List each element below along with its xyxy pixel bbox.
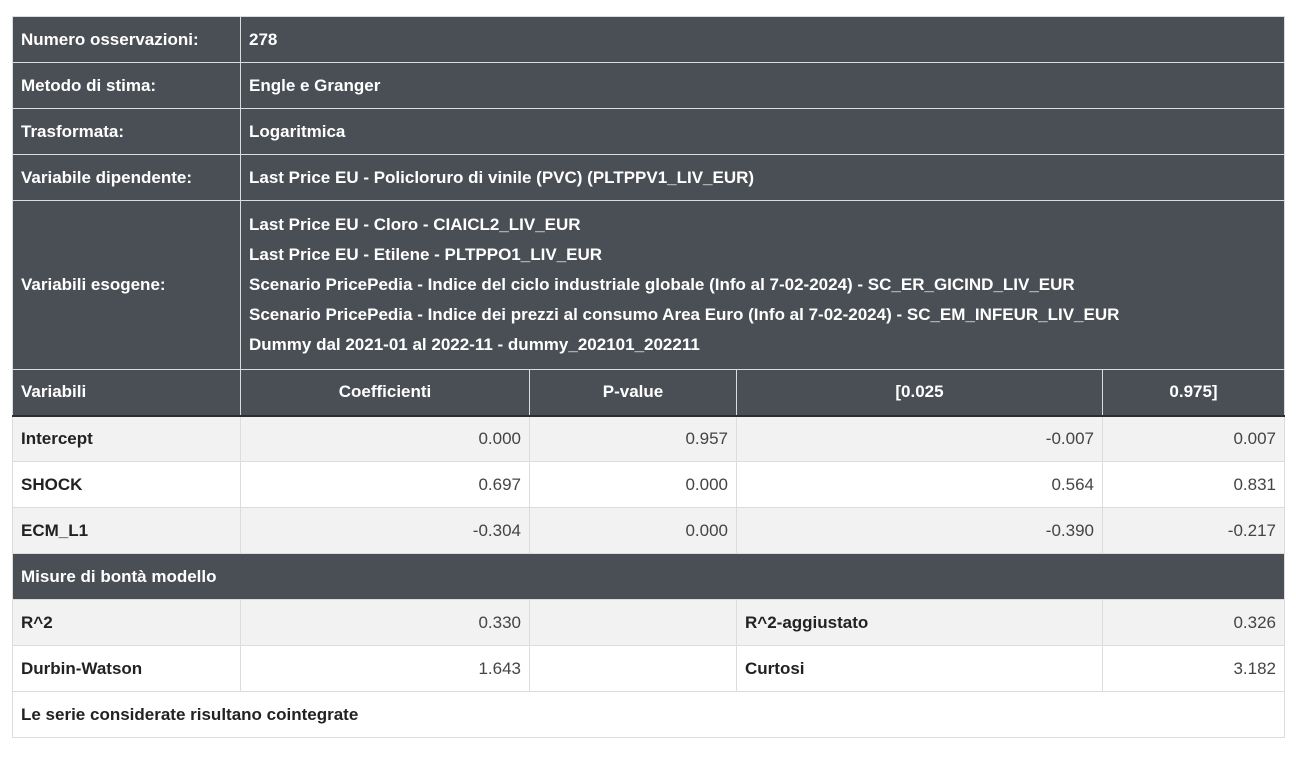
method-label: Metodo di stima: <box>12 62 241 109</box>
metric-label: R^2 <box>12 599 241 646</box>
ci-low-value: 0.564 <box>736 461 1103 508</box>
metric-value: 0.326 <box>1102 599 1285 646</box>
variable-name: ECM_L1 <box>12 507 241 554</box>
dependent-value: Last Price EU - Policloruro di vinile (P… <box>240 154 1285 201</box>
variable-name: Intercept <box>12 415 241 462</box>
exogenous-item: Last Price EU - Etilene - PLTPPO1_LIV_EU… <box>249 245 603 264</box>
exogenous-item: Scenario PricePedia - Indice dei prezzi … <box>249 305 1120 324</box>
observations-label: Numero osservazioni: <box>12 16 241 63</box>
pvalue-value: 0.000 <box>529 461 737 508</box>
conclusion-text: Le serie considerate risultano cointegra… <box>12 691 1285 738</box>
exogenous-label: Variabili esogene: <box>12 200 241 370</box>
dependent-variable-row: Variabile dipendente: Last Price EU - Po… <box>12 154 1285 201</box>
transform-label: Trasformata: <box>12 108 241 155</box>
observations-row: Numero osservazioni: 278 <box>12 16 1285 63</box>
empty-cell <box>529 645 737 692</box>
col-header-variabili: Variabili <box>12 369 241 417</box>
pvalue-value: 0.000 <box>529 507 737 554</box>
variable-name: SHOCK <box>12 461 241 508</box>
method-value: Engle e Granger <box>240 62 1285 109</box>
regression-report-table: Numero osservazioni: 278 Metodo di stima… <box>12 16 1285 738</box>
exogenous-item: Last Price EU - Cloro - CIAICL2_LIV_EUR <box>249 215 581 234</box>
exogenous-item: Dummy dal 2021-01 al 2022-11 - dummy_202… <box>249 335 700 354</box>
table-row: R^2 0.330 R^2-aggiustato 0.326 <box>12 599 1285 646</box>
col-header-pvalue: P-value <box>529 369 737 417</box>
metric-label: Curtosi <box>736 645 1103 692</box>
metric-label: Durbin-Watson <box>12 645 241 692</box>
method-row: Metodo di stima: Engle e Granger <box>12 62 1285 109</box>
conclusion-row: Le serie considerate risultano cointegra… <box>12 691 1285 738</box>
col-header-ci-low: [0.025 <box>736 369 1103 417</box>
transform-row: Trasformata: Logaritmica <box>12 108 1285 155</box>
table-row: SHOCK 0.697 0.000 0.564 0.831 <box>12 461 1285 508</box>
col-header-coefficienti: Coefficienti <box>240 369 530 417</box>
metric-label: R^2-aggiustato <box>736 599 1103 646</box>
dependent-label: Variabile dipendente: <box>12 154 241 201</box>
table-row: Intercept 0.000 0.957 -0.007 0.007 <box>12 415 1285 462</box>
transform-value: Logaritmica <box>240 108 1285 155</box>
metric-value: 1.643 <box>240 645 530 692</box>
coefficient-value: 0.000 <box>240 415 530 462</box>
coefficients-header-row: Variabili Coefficienti P-value [0.025 0.… <box>12 369 1285 417</box>
ci-low-value: -0.390 <box>736 507 1103 554</box>
coefficient-value: -0.304 <box>240 507 530 554</box>
metric-value: 3.182 <box>1102 645 1285 692</box>
col-header-ci-high: 0.975] <box>1102 369 1285 417</box>
goodness-header-row: Misure di bontà modello <box>12 553 1285 600</box>
metric-value: 0.330 <box>240 599 530 646</box>
ci-high-value: 0.007 <box>1102 415 1285 462</box>
exogenous-list: Last Price EU - Cloro - CIAICL2_LIV_EUR … <box>240 200 1285 370</box>
coefficient-value: 0.697 <box>240 461 530 508</box>
ci-high-value: -0.217 <box>1102 507 1285 554</box>
goodness-title: Misure di bontà modello <box>12 553 1285 600</box>
ci-high-value: 0.831 <box>1102 461 1285 508</box>
exogenous-variables-row: Variabili esogene: Last Price EU - Cloro… <box>12 200 1285 370</box>
exogenous-item: Scenario PricePedia - Indice del ciclo i… <box>249 275 1075 294</box>
table-row: ECM_L1 -0.304 0.000 -0.390 -0.217 <box>12 507 1285 554</box>
table-row: Durbin-Watson 1.643 Curtosi 3.182 <box>12 645 1285 692</box>
ci-low-value: -0.007 <box>736 415 1103 462</box>
observations-value: 278 <box>240 16 1285 63</box>
pvalue-value: 0.957 <box>529 415 737 462</box>
empty-cell <box>529 599 737 646</box>
